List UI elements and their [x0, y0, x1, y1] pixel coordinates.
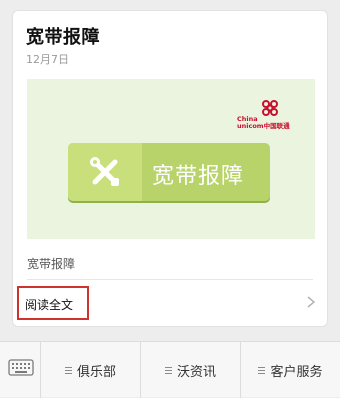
- menu-item-club[interactable]: 俱乐部: [41, 342, 140, 398]
- menu-item-label: 俱乐部: [76, 364, 116, 380]
- read-more-label: 阅读全文: [25, 298, 74, 312]
- tools-icon: [90, 157, 119, 186]
- divider: [27, 279, 313, 280]
- unicom-knot-icon: [262, 100, 278, 116]
- article-title: 宽带报障: [26, 27, 100, 48]
- menu-item-label: 沃资讯: [176, 364, 216, 380]
- chevron-right-icon[interactable]: [305, 295, 317, 309]
- logo-text-line2: unicom中国联通: [237, 122, 290, 130]
- article-banner-image[interactable]: China unicom中国联通 宽带报障: [27, 79, 315, 239]
- broadband-report-banner-button[interactable]: 宽带报障: [68, 143, 270, 201]
- banner-button-label: 宽带报障: [152, 164, 245, 189]
- menu-item-news[interactable]: 沃资讯: [141, 342, 240, 398]
- menu-lines-icon: [164, 365, 172, 376]
- menu-lines-icon: [258, 365, 266, 376]
- article-date: 12月7日: [26, 53, 69, 66]
- read-more-link[interactable]: 阅读全文: [17, 286, 89, 320]
- tools-icon-box: [68, 143, 142, 201]
- bottom-menu-bar: 俱乐部 沃资讯 客户服务: [0, 341, 340, 398]
- menu-item-label: 客户服务: [270, 364, 323, 380]
- article-caption: 宽带报障: [27, 257, 76, 271]
- china-unicom-logo: China unicom中国联通: [237, 99, 307, 131]
- logo-text: China unicom中国联通: [237, 116, 307, 130]
- menu-item-customer-service[interactable]: 客户服务: [241, 342, 340, 398]
- keyboard-icon[interactable]: [6, 352, 36, 382]
- menu-lines-icon: [64, 365, 72, 376]
- article-card[interactable]: 宽带报障 12月7日 China unicom中国联通 宽带报障 宽带报障 阅读…: [12, 10, 328, 327]
